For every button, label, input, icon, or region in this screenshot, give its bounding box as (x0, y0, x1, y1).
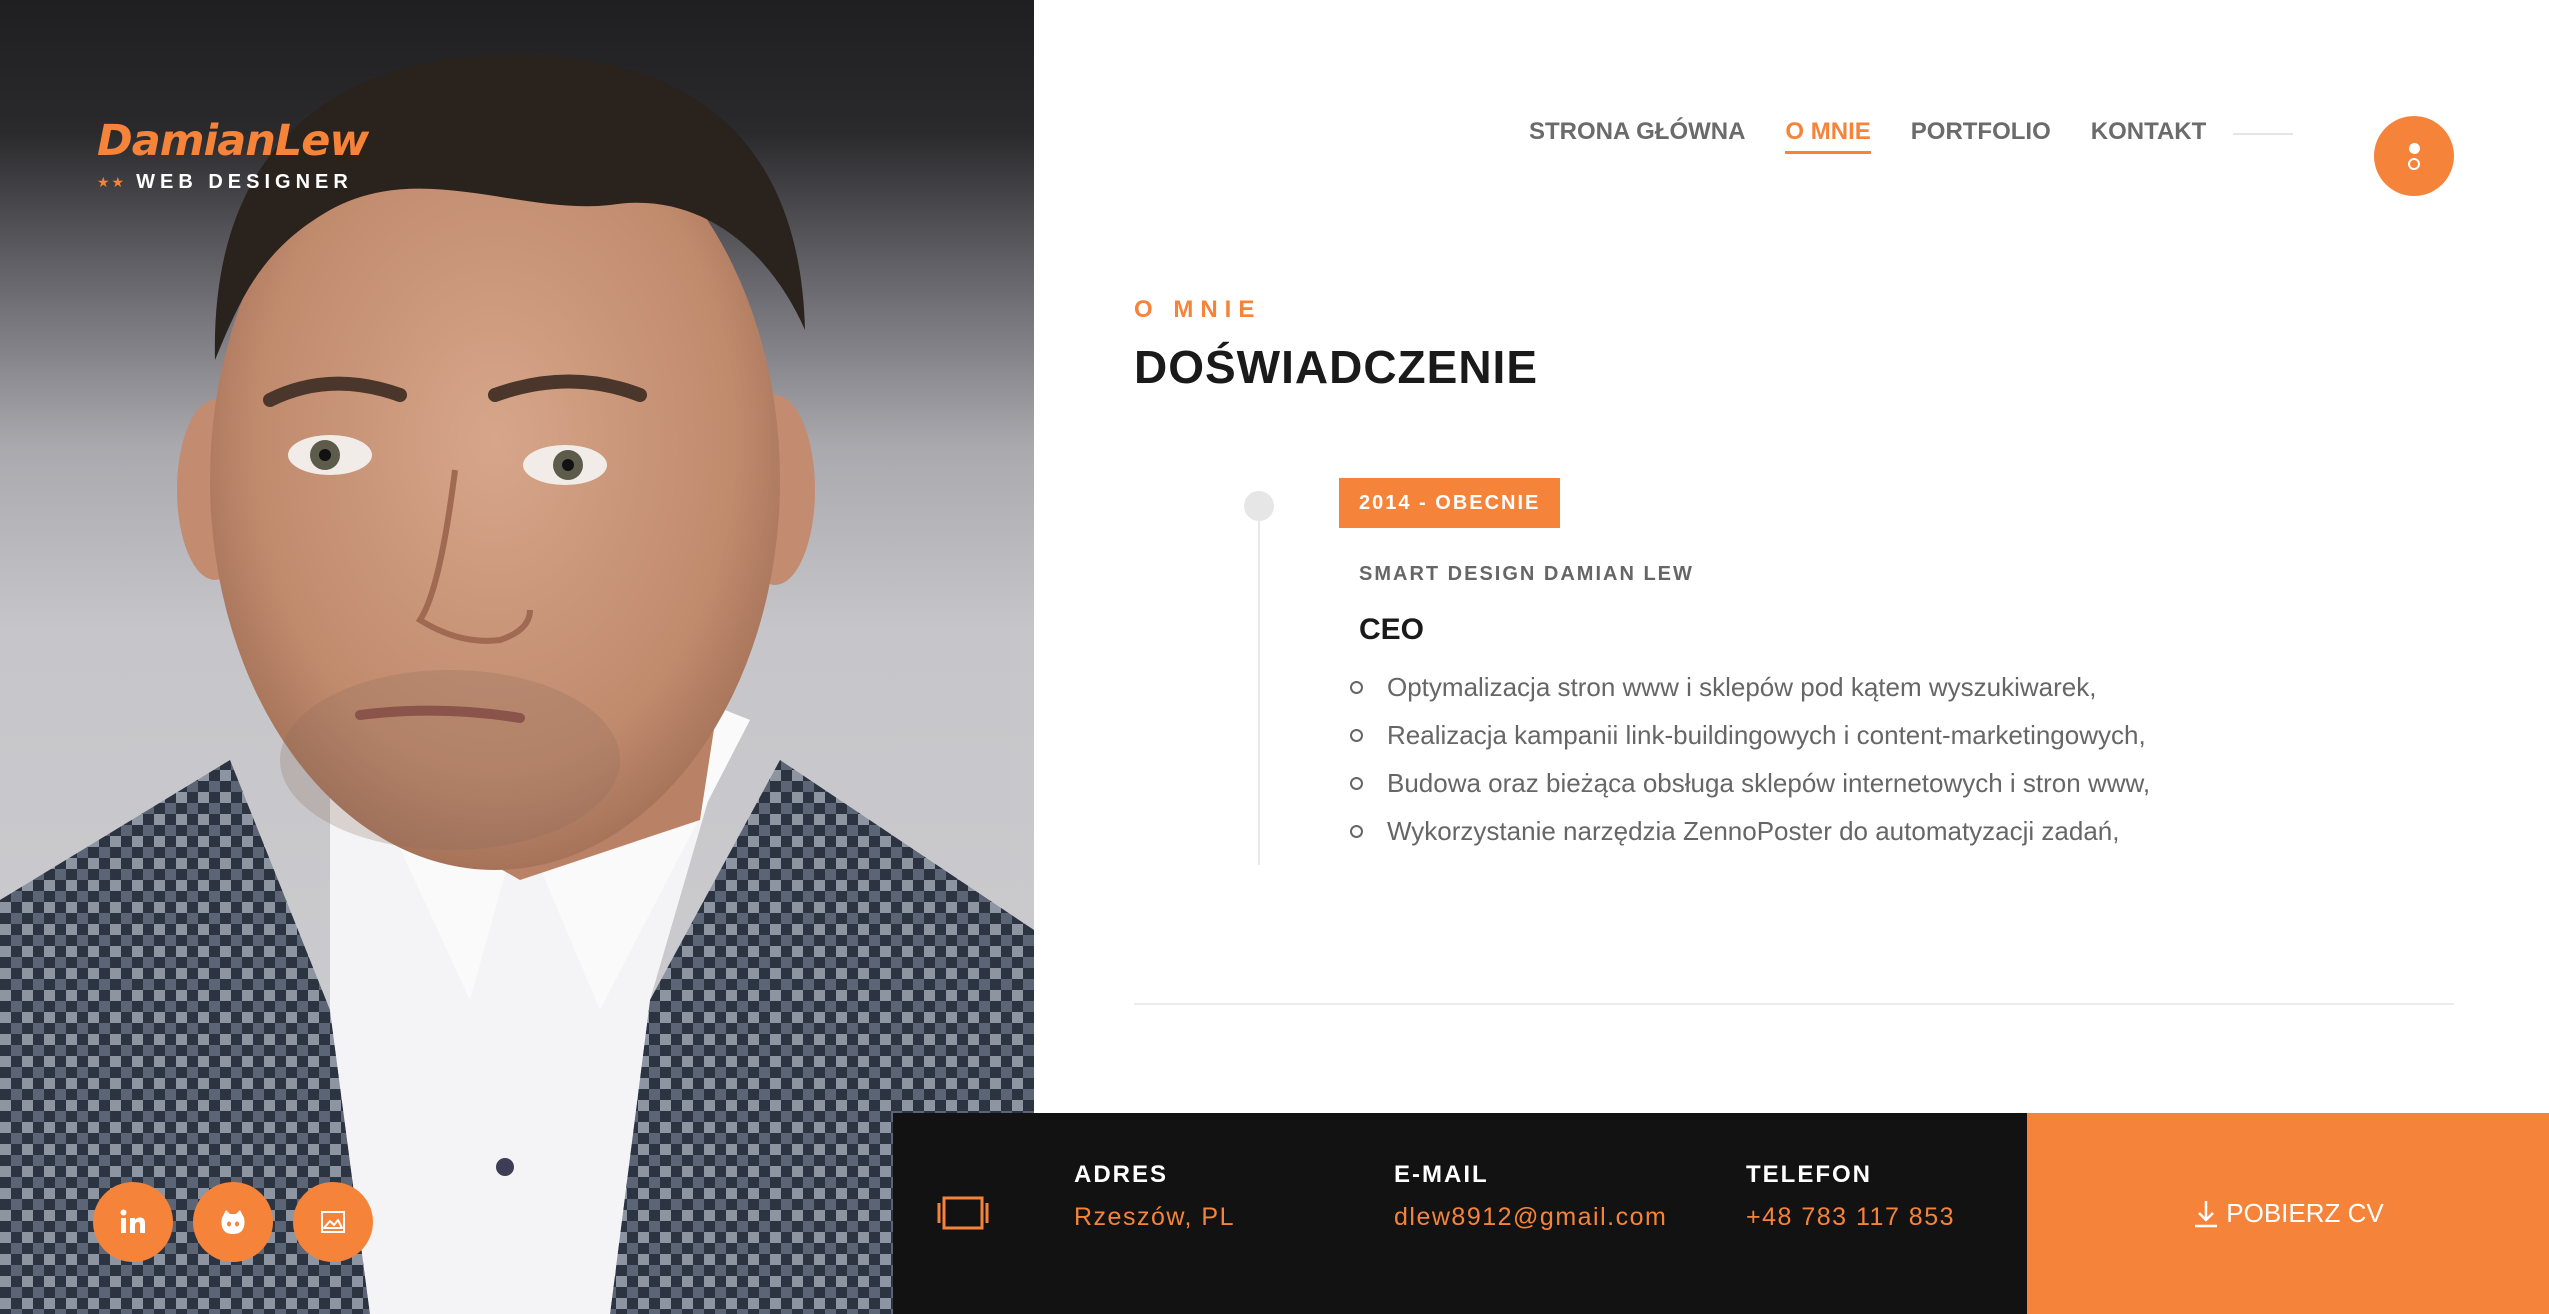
footer-email: E-MAIL dlew8912@gmail.com (1394, 1161, 1667, 1232)
card-icon (937, 1196, 989, 1230)
experience-duties-list: Optymalizacja stron www i sklepów pod ką… (1350, 663, 2150, 855)
address-label: ADRES (1074, 1161, 1169, 1188)
menu-ring-icon (2408, 157, 2420, 170)
content-divider (1134, 1003, 2454, 1005)
download-cv-button[interactable]: POBIERZ CV (2027, 1113, 2549, 1314)
list-item: Realizacja kampanii link-buildingowych i… (1350, 711, 2150, 759)
timeline-line (1258, 495, 1260, 865)
list-item: Wykorzystanie narzędzia ZennoPoster do a… (1350, 807, 2150, 855)
social-links (93, 1182, 373, 1262)
menu-dot-icon (2408, 142, 2420, 154)
experience-company: SMART DESIGN DAMIAN LEW (1359, 563, 1694, 585)
download-cv-label: POBIERZ CV (2226, 1198, 2384, 1228)
nav-item-portfolio[interactable]: PORTFOLIO (1911, 118, 2051, 154)
nav-item-home[interactable]: STRONA GŁÓWNA (1529, 118, 1745, 154)
footer-address: ADRES Rzeszów, PL (1074, 1161, 1235, 1232)
experience-role: CEO (1359, 613, 1425, 646)
phone-label: TELEFON (1746, 1161, 1872, 1188)
email-link[interactable]: dlew8912@gmail.com (1394, 1203, 1667, 1232)
menu-button[interactable] (2374, 116, 2454, 196)
list-item: Budowa oraz bieżąca obsługa sklepów inte… (1350, 759, 2150, 807)
logo-subtitle: WEB DESIGNER (136, 171, 353, 193)
download-icon (2195, 1200, 2218, 1227)
nav-item-contact[interactable]: KONTAKT (2091, 118, 2207, 154)
main-navigation: STRONA GŁÓWNA O MNIE PORTFOLIO KONTAKT (1529, 118, 2206, 154)
phone-link[interactable]: +48 783 117 853 (1746, 1203, 1955, 1232)
timeline-dot (1244, 491, 1274, 521)
experience-date-badge: 2014 - OBECNIE (1339, 478, 1561, 528)
section-title: DOŚWIADCZENIE (1134, 341, 1538, 393)
github-button[interactable] (193, 1182, 273, 1262)
list-item: Optymalizacja stron www i sklepów pod ką… (1350, 663, 2150, 711)
address-value: Rzeszów, PL (1074, 1203, 1236, 1231)
gallery-button[interactable] (293, 1182, 373, 1262)
email-label: E-MAIL (1394, 1161, 1489, 1188)
nav-item-about[interactable]: O MNIE (1785, 118, 1872, 154)
footer-phone: TELEFON +48 783 117 853 (1746, 1161, 1955, 1232)
logo-tagline: ★★ WEB DESIGNER (97, 171, 368, 194)
portrait-photo (0, 54, 1034, 1314)
logo-name: DamianLew (97, 116, 369, 166)
linkedin-icon (120, 1209, 145, 1233)
profile-photo-panel: DamianLew ★★ WEB DESIGNER (0, 0, 1034, 1314)
nav-divider (2233, 133, 2293, 135)
logo-stars: ★★ (97, 174, 127, 190)
section-subtitle: O MNIE (1134, 296, 1262, 323)
github-icon (221, 1210, 245, 1234)
contact-footer: ADRES Rzeszów, PL E-MAIL dlew8912@gmail.… (893, 1113, 2027, 1314)
linkedin-button[interactable] (93, 1182, 173, 1262)
image-icon (321, 1211, 345, 1233)
site-logo[interactable]: DamianLew ★★ WEB DESIGNER (97, 116, 369, 194)
